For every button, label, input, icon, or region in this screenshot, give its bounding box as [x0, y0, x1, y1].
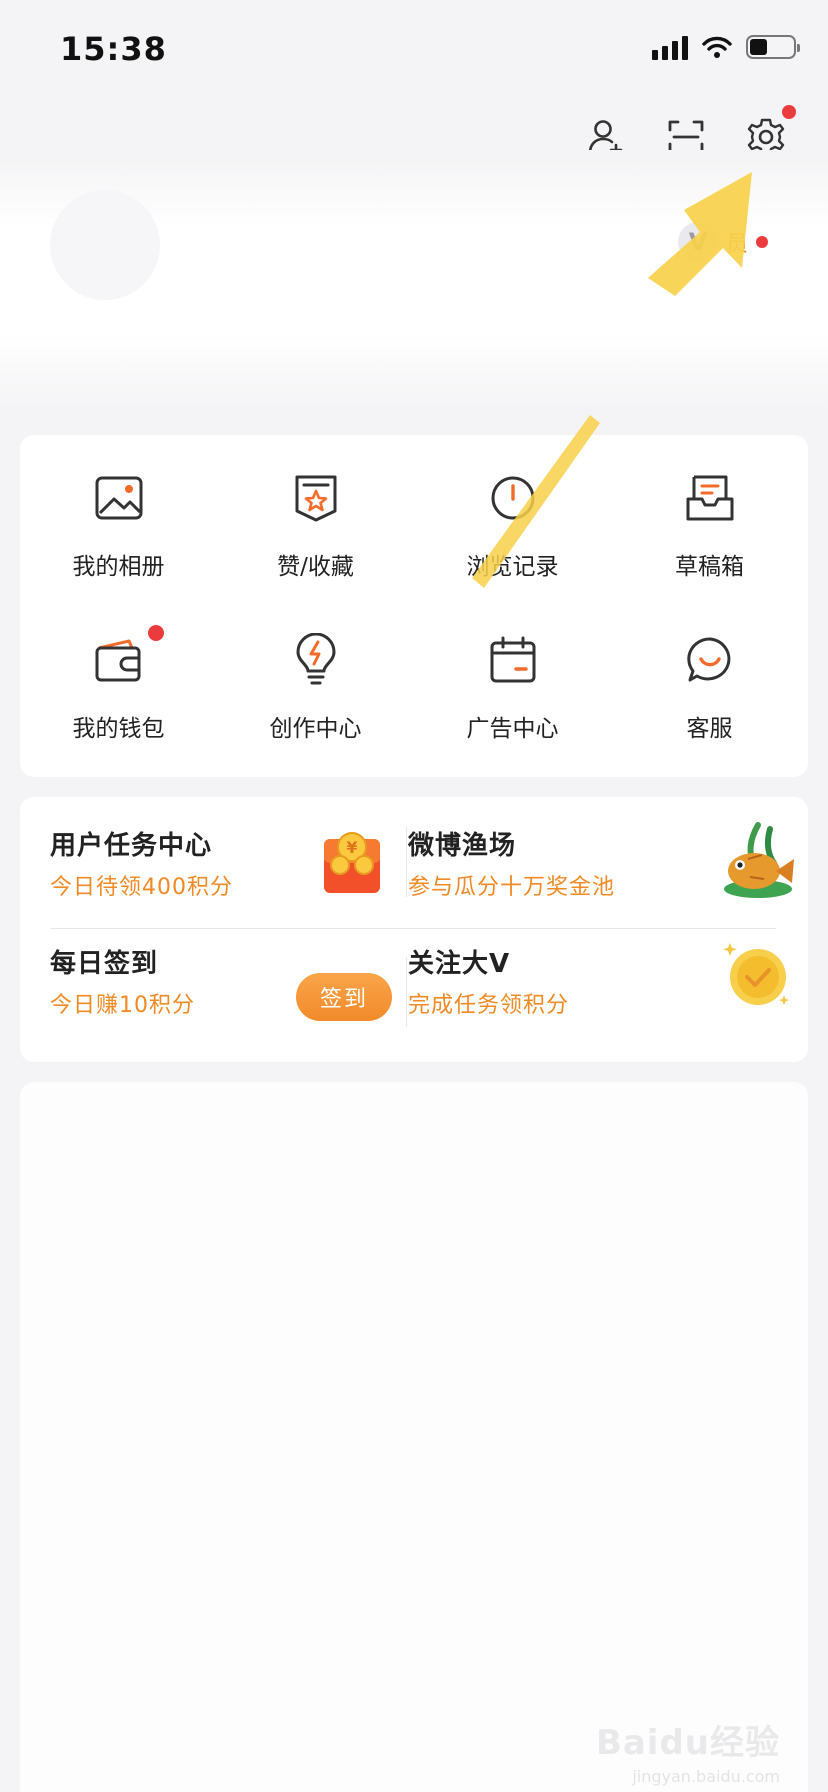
task-title: 关注大V [408, 949, 511, 979]
vip-notification-dot [756, 236, 768, 248]
feature-label: 浏览记录 [466, 554, 559, 580]
vip-icon: V [677, 222, 718, 262]
feature-label: 创作中心 [269, 716, 362, 742]
wallet-notification-dot [147, 625, 164, 641]
feature-drafts[interactable]: 草稿箱 [611, 461, 808, 623]
status-time: 15:38 [60, 30, 167, 68]
lightbulb-icon [296, 633, 335, 685]
history-icon [491, 476, 534, 520]
profile-header: V 员 [0, 150, 828, 410]
feature-label: 客服 [686, 716, 733, 742]
feature-history[interactable]: 浏览记录 [414, 461, 611, 623]
vip-label: 员 [725, 232, 748, 257]
feature-ad-center[interactable]: 广告中心 [414, 623, 611, 785]
feature-album[interactable]: 我的相册 [20, 461, 217, 623]
fish-icon [724, 822, 794, 898]
wallet-icon [95, 639, 140, 682]
calendar-icon [490, 636, 535, 683]
avatar[interactable] [50, 190, 160, 300]
task-title: 微博渔场 [408, 831, 517, 861]
feature-label: 草稿箱 [675, 554, 744, 580]
feature-creator-center[interactable]: 创作中心 [217, 623, 414, 785]
album-icon [95, 476, 142, 520]
favorite-icon [295, 475, 336, 522]
feature-customer-service[interactable]: 客服 [611, 623, 808, 785]
status-icons [652, 34, 800, 60]
red-envelope-icon: ¥ [324, 832, 380, 893]
feature-wallet[interactable]: 我的钱包 [20, 623, 217, 785]
feature-label: 广告中心 [466, 716, 559, 742]
signal-icon [652, 34, 688, 60]
svg-text:¥: ¥ [346, 838, 357, 857]
watermark-brand: Baidu经验 [595, 1723, 780, 1763]
task-subtitle: 完成任务领积分 [408, 993, 570, 1018]
feature-label: 我的钱包 [72, 716, 165, 742]
checkin-button[interactable]: 签到 [296, 973, 392, 1021]
task-title: 每日签到 [50, 949, 159, 979]
status-bar: 15:38 [0, 0, 828, 100]
drafts-icon [686, 475, 733, 521]
task-subtitle: 今日待领400积分 [50, 875, 233, 900]
wifi-icon [702, 36, 732, 58]
task-subtitle: 今日赚10积分 [50, 993, 195, 1018]
follow-v-entry[interactable]: 关注大V 完成任务领积分 [408, 929, 789, 1049]
feature-favorites[interactable]: 赞/收藏 [217, 461, 414, 623]
tasks-card: 用户任务中心 今日待领400积分 ¥ 微博渔场 参与瓜分十万奖金池 每日签到 今… [20, 797, 808, 1062]
feature-label: 赞/收藏 [277, 554, 354, 580]
watermark: Baidu经验 jingyan.baidu.com [595, 1715, 780, 1786]
battery-icon [746, 35, 800, 59]
content-card [20, 1082, 808, 1792]
gold-check-icon [723, 943, 789, 1005]
features-card: 我的相册 赞/收藏 浏览记录 草稿箱 我的钱包 创作中心 广告中心 客服 [20, 435, 808, 777]
watermark-url: jingyan.baidu.com [632, 1767, 780, 1786]
profile-screen: 15:38 V 员 我的相册 赞/收藏 浏览记录 草稿箱 我的钱包 创作中心 广… [0, 0, 828, 1792]
task-title: 用户任务中心 [50, 831, 213, 861]
task-divider [406, 827, 407, 897]
feature-label: 我的相册 [72, 554, 165, 580]
task-center-entry[interactable]: 用户任务中心 今日待领400积分 ¥ [20, 797, 400, 917]
settings-notification-dot [782, 105, 796, 119]
task-subtitle: 参与瓜分十万奖金池 [408, 875, 616, 900]
fishery-entry[interactable]: 微博渔场 参与瓜分十万奖金池 [408, 797, 794, 917]
chat-smile-icon [686, 637, 730, 682]
task-divider [406, 957, 407, 1027]
vip-membership[interactable]: V 员 [677, 222, 768, 262]
